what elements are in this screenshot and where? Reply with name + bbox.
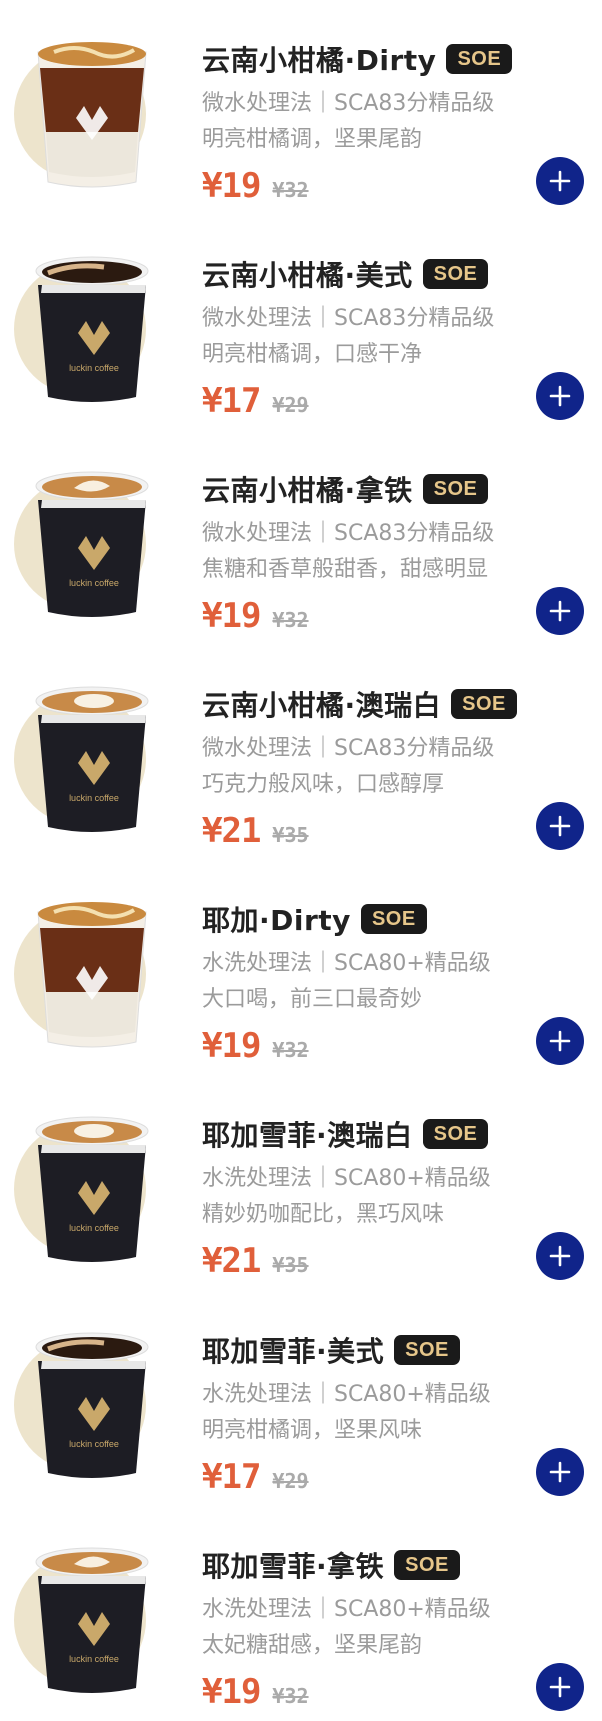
title-row: 耶加雪菲·拿铁 SOE <box>202 1544 602 1586</box>
product-desc-flavor: 焦糖和香草般甜香，甜感明显 <box>202 557 489 583</box>
product-item-3[interactable]: luckin coffee 云南小柑橘·澳瑞白 SOE 微水处理法｜SCA83分… <box>0 645 602 860</box>
plus-icon <box>549 1461 571 1482</box>
original-price: ¥29 <box>272 1468 309 1493</box>
current-price: ¥21 <box>202 1241 261 1282</box>
product-desc-process: 微水处理法｜SCA83分精品级 <box>202 521 495 547</box>
product-name[interactable]: 云南小柑橘·澳瑞白 <box>202 684 441 724</box>
add-to-cart-button[interactable] <box>536 372 584 421</box>
original-price: ¥32 <box>272 178 309 202</box>
product-desc-process: 水洗处理法｜SCA80+精品级 <box>202 1166 491 1192</box>
product-name[interactable]: 云南小柑橘·拿铁 <box>202 469 413 509</box>
plus-icon <box>549 385 571 407</box>
product-name[interactable]: 耶加雪菲·澳瑞白 <box>202 1114 413 1154</box>
svg-text:luckin coffee: luckin coffee <box>69 1654 119 1664</box>
original-price: ¥29 <box>272 393 309 418</box>
title-row: 云南小柑橘·Dirty SOE <box>202 38 602 80</box>
title-row: 耶加·Dirty SOE <box>202 898 602 940</box>
product-name[interactable]: 耶加雪菲·拿铁 <box>202 1545 384 1585</box>
americano-cup-image[interactable]: luckin coffee <box>14 1313 178 1489</box>
current-price: ¥19 <box>202 1671 261 1712</box>
add-to-cart-button[interactable] <box>536 1447 584 1496</box>
product-desc-flavor: 明亮柑橘调，坚果风味 <box>202 1417 423 1443</box>
product-item-2[interactable]: luckin coffee 云南小柑橘·拿铁 SOE 微水处理法｜SCA83分精… <box>0 430 602 645</box>
dirty-coffee-image[interactable] <box>14 22 178 198</box>
product-desc-flavor: 巧克力般风味，口感醇厚 <box>202 772 445 798</box>
latte-art-cup-image[interactable]: luckin coffee <box>14 1528 178 1704</box>
plus-icon <box>549 1246 571 1267</box>
flat-white-cup-image[interactable]: luckin coffee <box>14 1097 178 1273</box>
product-item-1[interactable]: luckin coffee 云南小柑橘·美式 SOE 微水处理法｜SCA83分精… <box>0 215 602 430</box>
product-desc-process: 水洗处理法｜SCA80+精品级 <box>202 1596 491 1622</box>
svg-text:luckin coffee: luckin coffee <box>69 578 119 588</box>
svg-text:luckin coffee: luckin coffee <box>69 793 119 803</box>
title-row: 耶加雪菲·澳瑞白 SOE <box>202 1113 602 1155</box>
add-to-cart-button[interactable] <box>536 1662 584 1711</box>
americano-cup-image[interactable]: luckin coffee <box>14 237 178 413</box>
product-desc-flavor: 明亮柑橘调，口感干净 <box>202 342 423 368</box>
soe-badge: SOE <box>422 474 489 505</box>
product-desc-flavor: 大口喝，前三口最奇妙 <box>202 987 423 1013</box>
current-price: ¥19 <box>202 596 261 637</box>
product-list: 云南小柑橘·Dirty SOE 微水处理法｜SCA83分精品级 明亮柑橘调，坚果… <box>0 0 602 1721</box>
dirty-coffee-image[interactable] <box>14 882 178 1058</box>
plus-icon <box>549 815 571 837</box>
current-price: ¥19 <box>202 166 261 206</box>
product-name[interactable]: 云南小柑橘·Dirty <box>202 39 436 79</box>
latte-swan-cup-image[interactable]: luckin coffee <box>14 452 178 628</box>
add-to-cart-button[interactable] <box>536 587 584 636</box>
current-price: ¥21 <box>202 811 261 852</box>
product-desc-process: 微水处理法｜SCA83分精品级 <box>202 306 495 332</box>
soe-badge: SOE <box>394 1334 460 1365</box>
product-desc-process: 微水处理法｜SCA83分精品级 <box>202 736 495 762</box>
soe-badge: SOE <box>451 689 517 720</box>
soe-badge: SOE <box>394 1549 460 1580</box>
product-name[interactable]: 耶加·Dirty <box>202 899 351 939</box>
title-row: 云南小柑橘·澳瑞白 SOE <box>202 683 602 725</box>
original-price: ¥32 <box>272 608 309 633</box>
add-to-cart-button[interactable] <box>536 157 584 205</box>
product-desc-process: 水洗处理法｜SCA80+精品级 <box>202 951 491 977</box>
title-row: 云南小柑橘·美式 SOE <box>202 253 602 295</box>
soe-badge: SOE <box>422 259 489 290</box>
title-row: 耶加雪菲·美式 SOE <box>202 1329 602 1371</box>
flat-white-cup-image[interactable]: luckin coffee <box>14 667 178 843</box>
product-desc-flavor: 精妙奶咖配比，黑巧风味 <box>202 1202 445 1228</box>
plus-icon <box>549 1676 571 1697</box>
product-desc-process: 水洗处理法｜SCA80+精品级 <box>202 1381 491 1407</box>
svg-text:luckin coffee: luckin coffee <box>69 1439 119 1449</box>
original-price: ¥35 <box>272 1253 309 1278</box>
soe-badge: SOE <box>446 44 513 74</box>
product-desc-process: 微水处理法｜SCA83分精品级 <box>202 91 495 116</box>
original-price: ¥32 <box>272 1683 309 1708</box>
plus-icon <box>549 600 571 622</box>
add-to-cart-button[interactable] <box>536 802 584 851</box>
product-name[interactable]: 云南小柑橘·美式 <box>202 254 413 294</box>
soe-badge: SOE <box>422 1119 489 1150</box>
original-price: ¥32 <box>272 1038 309 1063</box>
current-price: ¥17 <box>202 1456 261 1497</box>
product-item-0[interactable]: 云南小柑橘·Dirty SOE 微水处理法｜SCA83分精品级 明亮柑橘调，坚果… <box>0 0 602 215</box>
product-desc-flavor: 明亮柑橘调，坚果尾韵 <box>202 127 423 152</box>
product-desc-flavor: 太妃糖甜感，坚果尾韵 <box>202 1632 423 1658</box>
product-item-4[interactable]: 耶加·Dirty SOE 水洗处理法｜SCA80+精品级 大口喝，前三口最奇妙 … <box>0 860 602 1075</box>
current-price: ¥19 <box>202 1026 261 1067</box>
soe-badge: SOE <box>360 904 427 935</box>
svg-text:luckin coffee: luckin coffee <box>69 1223 119 1233</box>
product-name[interactable]: 耶加雪菲·美式 <box>202 1330 384 1370</box>
product-item-6[interactable]: luckin coffee 耶加雪菲·美式 SOE 水洗处理法｜SCA80+精品… <box>0 1291 602 1506</box>
current-price: ¥17 <box>202 381 261 422</box>
original-price: ¥35 <box>272 823 309 848</box>
product-item-5[interactable]: luckin coffee 耶加雪菲·澳瑞白 SOE 水洗处理法｜SCA80+精… <box>0 1075 602 1290</box>
plus-icon <box>549 170 571 192</box>
svg-text:luckin coffee: luckin coffee <box>69 363 119 373</box>
product-item-7[interactable]: luckin coffee 耶加雪菲·拿铁 SOE 水洗处理法｜SCA80+精品… <box>0 1506 602 1721</box>
title-row: 云南小柑橘·拿铁 SOE <box>202 468 602 510</box>
plus-icon <box>549 1031 571 1052</box>
